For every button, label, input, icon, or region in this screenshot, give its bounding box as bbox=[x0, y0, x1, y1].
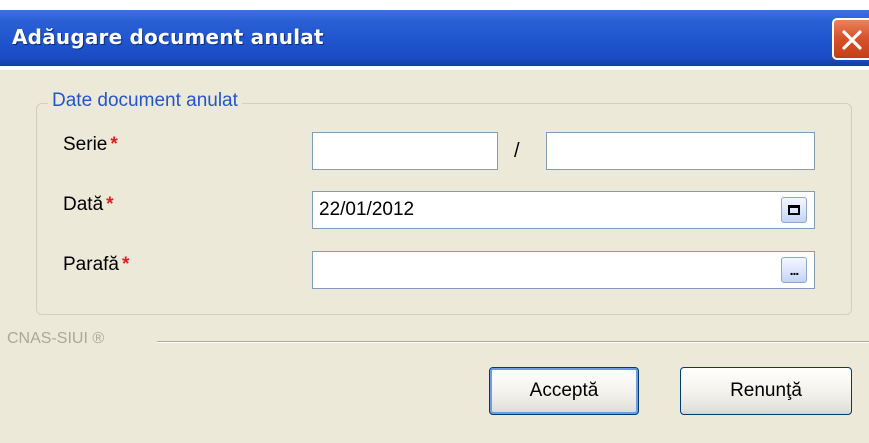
group-legend: Date document anulat bbox=[48, 90, 242, 112]
parafa-label: Parafă * bbox=[63, 254, 129, 276]
serie-separator: / bbox=[514, 140, 520, 162]
data-required-marker: * bbox=[106, 194, 114, 215]
serie-input-part1[interactable] bbox=[312, 132, 498, 170]
accept-button[interactable]: Acceptă bbox=[489, 367, 639, 415]
parafa-required-marker: * bbox=[121, 254, 130, 275]
ellipsis-icon: ... bbox=[789, 262, 800, 278]
window-title: Adăugare document anulat bbox=[12, 25, 324, 49]
parafa-browse-button[interactable]: ... bbox=[781, 257, 807, 283]
data-label-text: Dată bbox=[63, 194, 104, 215]
footer-divider bbox=[157, 341, 869, 343]
calendar-icon bbox=[788, 205, 800, 215]
serie-label: Serie * bbox=[63, 134, 118, 156]
parafa-label-text: Parafă bbox=[63, 254, 119, 275]
title-bar: Adăugare document anulat bbox=[0, 0, 869, 70]
dialog-window: Adăugare document anulat Date document a… bbox=[0, 0, 869, 443]
date-input[interactable]: 22/01/2012 bbox=[312, 191, 815, 229]
close-button[interactable] bbox=[832, 18, 869, 60]
serie-required-marker: * bbox=[110, 134, 118, 155]
parafa-input[interactable] bbox=[312, 251, 815, 289]
calendar-button[interactable] bbox=[781, 197, 807, 223]
serie-label-text: Serie bbox=[63, 134, 108, 155]
footer-brand: CNAS-SIUI ® bbox=[7, 330, 105, 347]
close-icon bbox=[842, 30, 862, 50]
data-label: Dată * bbox=[63, 194, 114, 216]
serie-input-part2[interactable] bbox=[546, 132, 815, 170]
cancel-button[interactable]: Renunţă bbox=[680, 367, 852, 415]
